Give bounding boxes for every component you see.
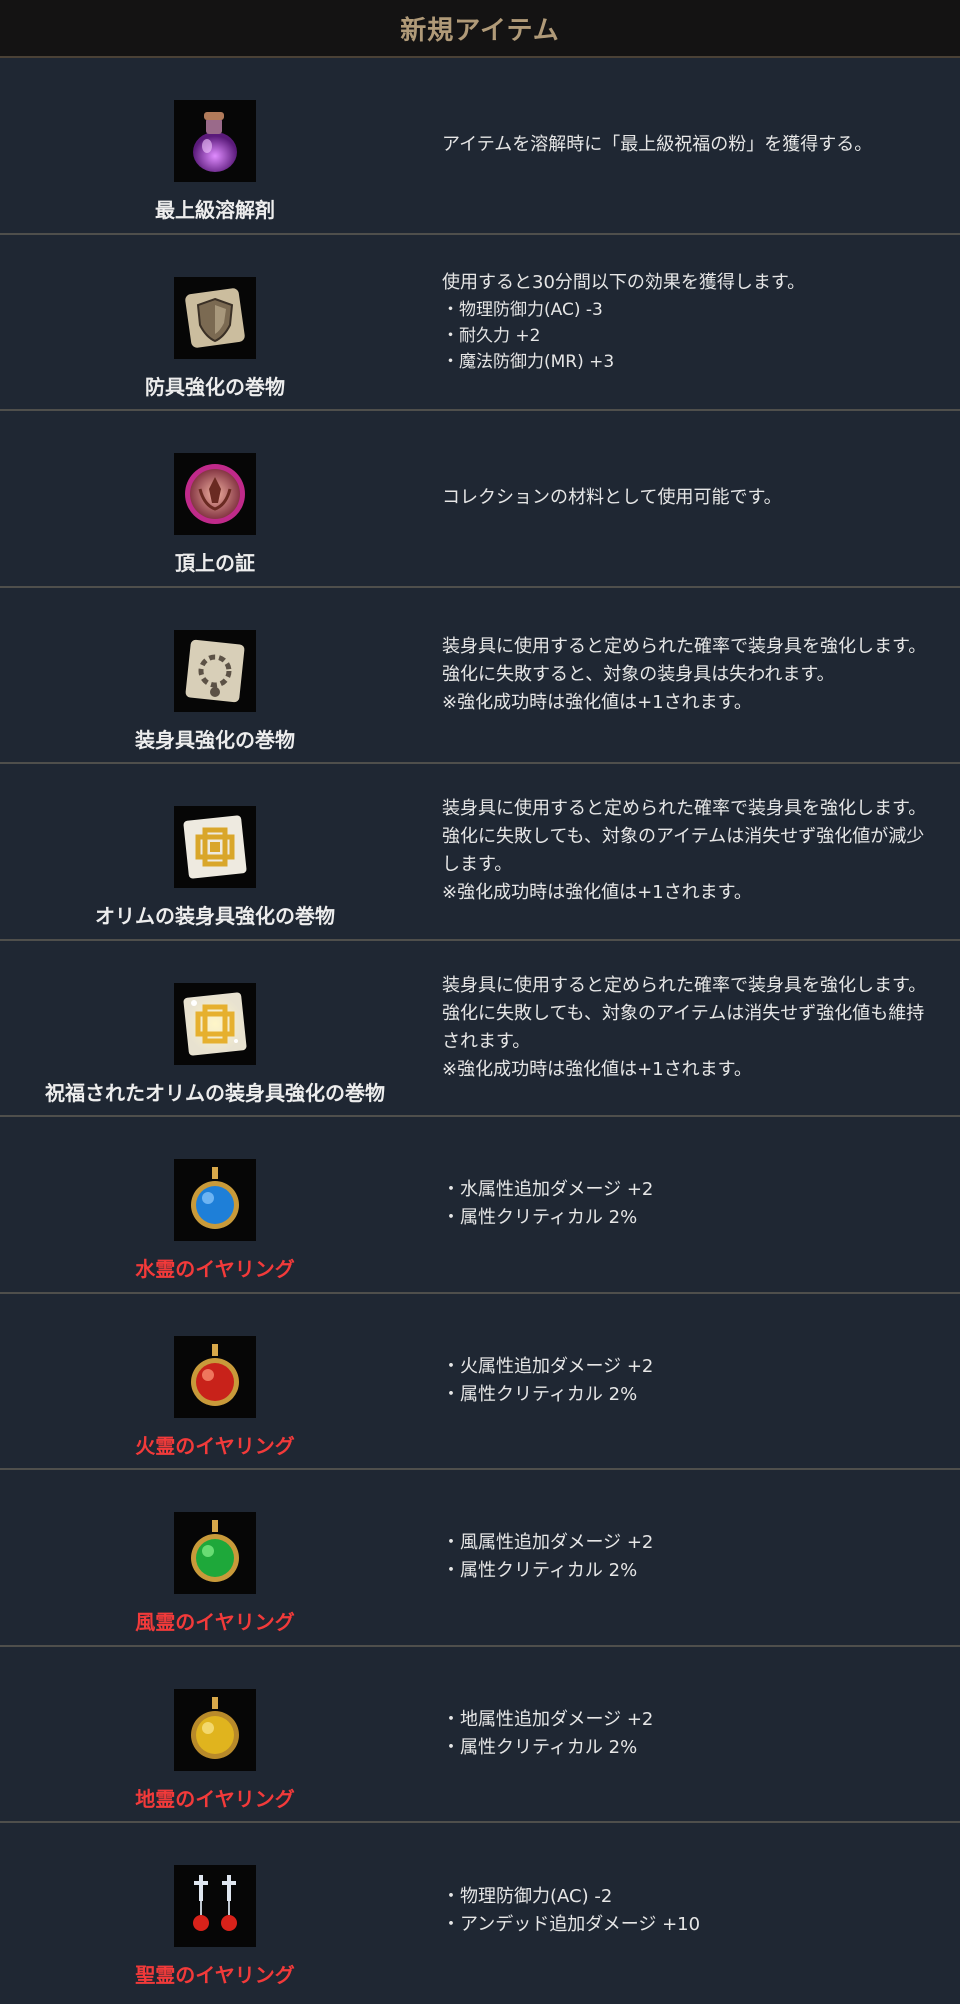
desc-line: ・アンデッド追加ダメージ +10 [442,1914,701,1936]
desc-line: ・火属性追加ダメージ +2 [442,1355,654,1377]
desc-line: ・物理防御力(AC) -2 [442,1886,613,1908]
item-cell-left: オリムの装身具強化の巻物 [0,764,430,939]
item-cell-left: 地霊のイヤリング [0,1647,430,1822]
item-row: 最上級溶解剤 アイテムを溶解時に「最上級祝福の粉」を獲得する。 [0,58,960,235]
orim-scroll-icon [174,806,256,888]
desc-line: ・地属性追加ダメージ +2 [442,1708,654,1730]
item-list: 最上級溶解剤 アイテムを溶解時に「最上級祝福の粉」を獲得する。 防具強化の巻物 … [0,58,960,2000]
desc-line: ・魔法防御力(MR) +3 [442,351,615,372]
item-description: ・地属性追加ダメージ +2 ・属性クリティカル 2% [430,1647,960,1822]
accessory-scroll-icon [174,629,256,712]
desc-line: ・属性クリティカル 2% [442,1560,638,1582]
water-earring-icon [174,1159,256,1241]
desc-line: 強化に失敗すると、対象の装身具は失われます。 [442,663,835,685]
item-cell-left: 火霊のイヤリング [0,1294,430,1469]
item-description: ・火属性追加ダメージ +2 ・属性クリティカル 2% [430,1294,960,1469]
holy-earring-icon [174,1865,256,1947]
item-cell-left: 最上級溶解剤 [0,58,430,233]
item-cell-left: 水霊のイヤリング [0,1117,430,1292]
desc-line: ・属性クリティカル 2% [442,1736,638,1758]
summit-medal-icon [174,453,256,535]
item-row: 水霊のイヤリング ・水属性追加ダメージ +2 ・属性クリティカル 2% [0,1117,960,1294]
desc-line: 装身具に使用すると定められた確率で装身具を強化します。 [442,635,927,657]
desc-line: アイテムを溶解時に「最上級祝福の粉」を獲得する。 [442,134,873,156]
item-row: 防具強化の巻物 使用すると30分間以下の効果を獲得します。 ・物理防御力(AC)… [0,235,960,411]
page-header: 新規アイテム [0,0,960,58]
item-row: 地霊のイヤリング ・地属性追加ダメージ +2 ・属性クリティカル 2% [0,1647,960,1823]
item-row: 聖霊のイヤリング ・物理防御力(AC) -2 ・アンデッド追加ダメージ +10 [0,1823,960,2000]
desc-line: 強化に失敗しても、対象のアイテムは消失せず強化値が減少 [442,826,925,848]
item-name: 最上級溶解剤 [155,198,275,222]
item-description: 装身具に使用すると定められた確率で装身具を強化します。 強化に失敗しても、対象の… [430,764,960,939]
item-cell-left: 風霊のイヤリング [0,1470,430,1645]
item-cell-left: 防具強化の巻物 [0,235,430,410]
item-description: 装身具に使用すると定められた確率で装身具を強化します。 強化に失敗しても、対象の… [430,941,960,1116]
item-row: 風霊のイヤリング ・風属性追加ダメージ +2 ・属性クリティカル 2% [0,1470,960,1647]
item-name: 頂上の証 [175,551,255,575]
fire-earring-icon [174,1335,256,1418]
item-name: 地霊のイヤリング [135,1786,295,1811]
item-description: ・物理防御力(AC) -2 ・アンデッド追加ダメージ +10 [430,1823,960,2000]
item-name: 水霊のイヤリング [135,1257,295,1281]
desc-line: コレクションの材料として使用可能です。 [442,487,782,509]
desc-line: されます。 [442,1030,531,1052]
item-description: ・水属性追加ダメージ +2 ・属性クリティカル 2% [430,1117,960,1292]
desc-line: ・属性クリティカル 2% [442,1207,638,1229]
item-row: 装身具強化の巻物 装身具に使用すると定められた確率で装身具を強化します。 強化に… [0,588,960,764]
item-cell-left: 装身具強化の巻物 [0,588,430,763]
item-description: 装身具に使用すると定められた確率で装身具を強化します。 強化に失敗すると、対象の… [430,588,960,763]
item-description: ・風属性追加ダメージ +2 ・属性クリティカル 2% [430,1470,960,1645]
item-row: 頂上の証 コレクションの材料として使用可能です。 [0,411,960,588]
item-description: コレクションの材料として使用可能です。 [430,411,960,586]
item-name: 祝福されたオリムの装身具強化の巻物 [45,1080,385,1105]
item-name: 聖霊のイヤリング [135,1963,295,1987]
item-cell-left: 頂上の証 [0,411,430,586]
desc-line: 強化に失敗しても、対象のアイテムは消失せず強化値も維持 [442,1002,925,1024]
item-name: 防具強化の巻物 [145,374,285,399]
desc-line: 装身具に使用すると定められた確率で装身具を強化します。 [442,974,927,996]
desc-line: 使用すると30分間以下の効果を獲得します。 [442,271,806,293]
purple-potion-icon [174,100,256,182]
item-description: 使用すると30分間以下の効果を獲得します。 ・物理防御力(AC) -3 ・耐久力… [430,235,960,410]
item-row: 祝福されたオリムの装身具強化の巻物 装身具に使用すると定められた確率で装身具を強… [0,941,960,1117]
desc-line: します。 [442,854,513,876]
desc-line: ・風属性追加ダメージ +2 [442,1532,654,1554]
blessed-orim-scroll-icon [174,982,256,1065]
desc-line: ※強化成功時は強化値は+1されます。 [442,1058,752,1080]
item-description: アイテムを溶解時に「最上級祝福の粉」を獲得する。 [430,58,960,233]
armor-scroll-icon [174,276,256,359]
page-title: 新規アイテム [400,15,560,46]
item-row: オリムの装身具強化の巻物 装身具に使用すると定められた確率で装身具を強化します。… [0,764,960,941]
earth-earring-icon [174,1688,256,1771]
item-cell-left: 聖霊のイヤリング [0,1823,430,2000]
item-name: 装身具強化の巻物 [135,727,295,752]
desc-line: ・水属性追加ダメージ +2 [442,1179,654,1201]
desc-line: ※強化成功時は強化値は+1されます。 [442,691,752,713]
item-name: 火霊のイヤリング [135,1433,295,1458]
item-row: 火霊のイヤリング ・火属性追加ダメージ +2 ・属性クリティカル 2% [0,1294,960,1470]
desc-line: ・耐久力 +2 [442,325,541,346]
desc-line: ・物理防御力(AC) -3 [442,299,603,320]
desc-line: 装身具に使用すると定められた確率で装身具を強化します。 [442,798,927,820]
desc-line: ※強化成功時は強化値は+1されます。 [442,882,752,904]
desc-line: ・属性クリティカル 2% [442,1383,638,1405]
wind-earring-icon [174,1512,256,1594]
item-cell-left: 祝福されたオリムの装身具強化の巻物 [0,941,430,1116]
item-name: オリムの装身具強化の巻物 [95,904,335,928]
item-name: 風霊のイヤリング [135,1610,295,1634]
